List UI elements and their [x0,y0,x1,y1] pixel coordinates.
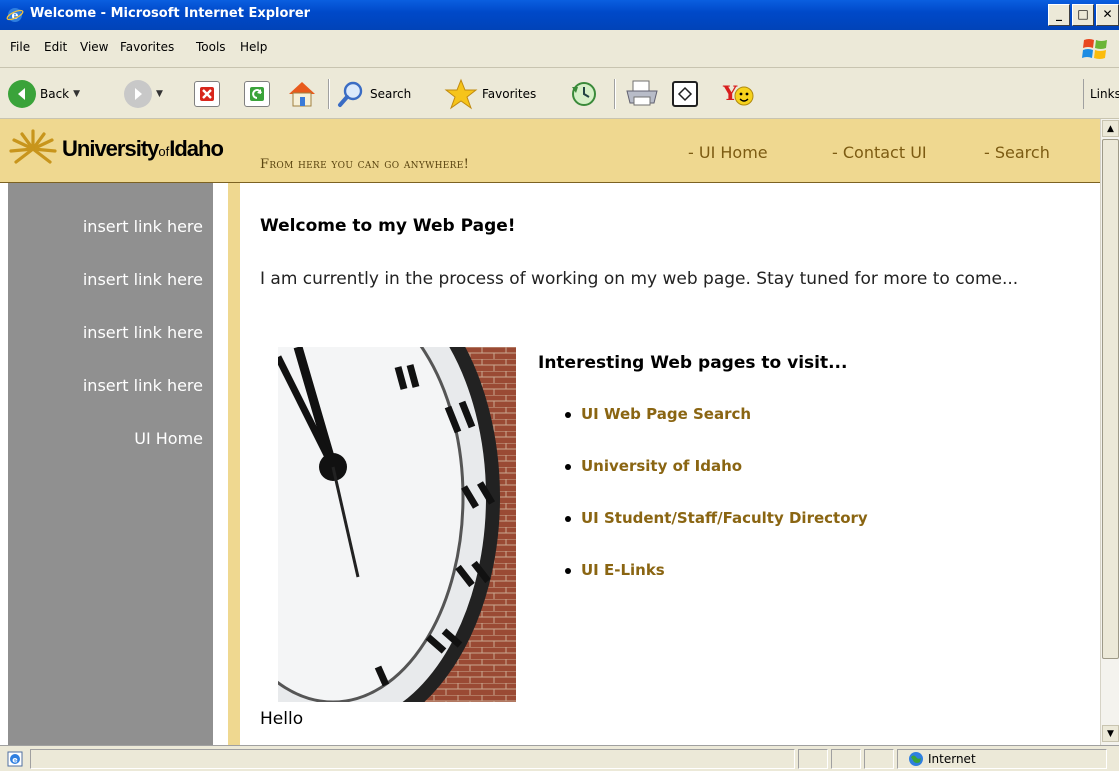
page-left-margin [0,183,8,745]
stop-icon [194,81,220,107]
topnav-search[interactable]: - Search [984,143,1050,162]
logo-university: University [62,136,159,161]
gold-divider [228,183,240,745]
security-zone: Internet [908,749,976,769]
home-icon [289,82,315,107]
hello-text: Hello [260,709,304,729]
menu-bar: File Edit View Favorites Tools Help [0,30,1119,68]
favorites-label: Favorites [482,87,537,101]
maximize-button[interactable]: □ [1072,4,1094,26]
print-button[interactable] [624,77,660,111]
history-button[interactable] [568,77,600,111]
minimize-button[interactable]: _ [1048,4,1070,26]
print-icon [626,80,658,106]
logo-text: UniversityofIdaho [62,136,224,162]
status-pane [798,749,828,769]
status-pane [831,749,861,769]
site-header: UniversityofIdaho From here you can go a… [0,119,1100,183]
back-arrow-icon [8,80,36,108]
university-logo[interactable]: UniversityofIdaho [8,129,224,169]
link-ui-e-links[interactable]: UI E-Links [565,561,868,613]
vertical-scrollbar[interactable]: ▲ ▼ [1100,119,1119,745]
search-magnifier-icon [338,81,363,107]
menu-favorites[interactable]: Favorites [120,40,174,54]
windows-flag-icon [1082,39,1107,59]
search-button[interactable]: Search [336,77,411,111]
back-label: Back [40,87,70,101]
standard-toolbar: Back ▼ ▼ Search Favorites Y Links [0,69,1119,119]
page-status-icon: e [7,751,23,767]
sidebar-link-2[interactable]: insert link here [83,270,203,289]
ie-window: e Welcome - Microsoft Internet Explorer … [0,0,1119,771]
status-bar: e Internet [0,745,1119,771]
link-ui-web-page-search[interactable]: UI Web Page Search [565,405,868,457]
refresh-icon [244,81,270,107]
sidebar-link-1[interactable]: insert link here [83,217,203,236]
title-bar: e Welcome - Microsoft Internet Explorer … [0,0,1119,30]
scroll-up-icon[interactable]: ▲ [1102,120,1119,137]
status-text-pane [30,749,795,769]
back-button[interactable]: Back ▼ [8,77,80,111]
stop-button[interactable] [194,77,220,111]
favorites-star-icon [444,78,478,110]
sidebar-link-3[interactable]: insert link here [83,323,203,342]
links-toolbar[interactable]: Links [1083,79,1119,109]
favorites-button[interactable]: Favorites [444,77,536,111]
home-button[interactable] [286,77,318,111]
forward-arrow-icon [124,80,152,108]
page-viewport: UniversityofIdaho From here you can go a… [0,119,1100,745]
refresh-button[interactable] [244,77,270,111]
intro-text: I am currently in the process of working… [260,269,1019,289]
sidebar-ui-home[interactable]: UI Home [134,429,203,448]
scrollbar-thumb[interactable] [1102,139,1119,659]
chevron-down-icon[interactable]: ▼ [73,89,80,99]
window-title: Welcome - Microsoft Internet Explorer [30,6,311,21]
sidebar-nav: insert link here insert link here insert… [8,183,213,745]
menu-file[interactable]: File [10,40,30,54]
toolbar-separator [614,79,616,109]
logo-idaho: Idaho [169,136,224,161]
yahoo-messenger-button[interactable]: Y [720,77,756,111]
search-label: Search [370,87,412,101]
link-university-of-idaho[interactable]: University of Idaho [565,457,868,509]
globe-icon [909,752,923,766]
topnav-contact-ui[interactable]: - Contact UI [832,143,927,162]
links-heading: Interesting Web pages to visit... [538,353,848,373]
main-content: Welcome to my Web Page! I am currently i… [240,183,1100,745]
status-pane [864,749,894,769]
clock-tower-image [278,347,516,702]
toolbar-separator [328,79,330,109]
ie-icon: e [6,8,24,22]
page-title: Welcome to my Web Page! [260,216,516,236]
sunburst-logo-icon [9,129,57,164]
menu-edit[interactable]: Edit [44,40,67,54]
chevron-down-icon[interactable]: ▼ [156,89,163,99]
menu-view[interactable]: View [80,40,108,54]
edit-icon [672,81,698,107]
forward-button[interactable]: ▼ [124,77,163,111]
menu-help[interactable]: Help [240,40,267,54]
link-directory[interactable]: UI Student/Staff/Faculty Directory [565,509,868,561]
history-icon [572,82,596,106]
edit-button[interactable] [672,77,698,111]
sidebar-link-4[interactable]: insert link here [83,376,203,395]
logo-of: of [158,144,170,159]
site-tagline: From here you can go anywhere! [260,157,470,172]
scroll-down-icon[interactable]: ▼ [1102,725,1119,742]
links-list: UI Web Page Search University of Idaho U… [565,405,868,613]
svg-text:e: e [12,756,18,765]
zone-label: Internet [928,752,976,766]
menu-tools[interactable]: Tools [196,40,226,54]
close-button[interactable]: ✕ [1096,4,1119,26]
topnav-ui-home[interactable]: - UI Home [688,143,768,162]
yahoo-icon: Y [722,81,754,106]
